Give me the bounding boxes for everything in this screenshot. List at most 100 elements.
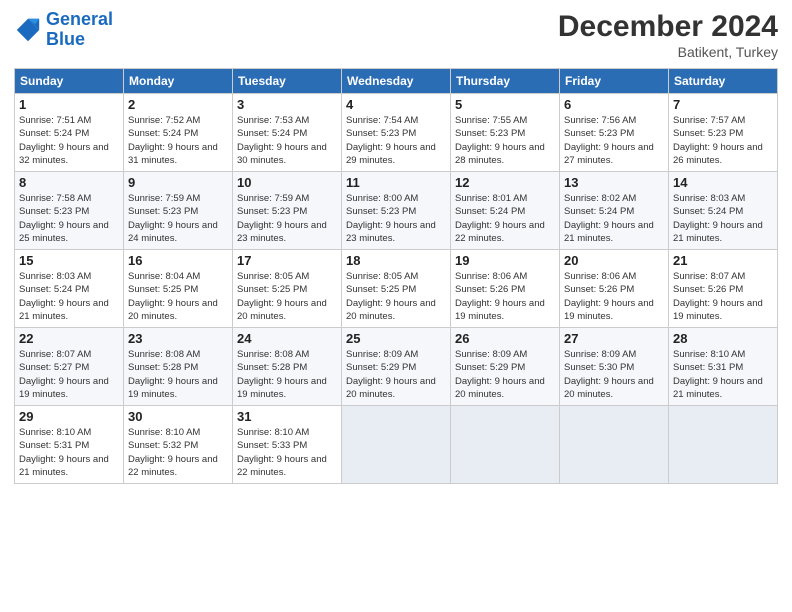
location: Batikent, Turkey <box>558 44 778 60</box>
day-number: 24 <box>237 331 337 346</box>
day-info: Sunrise: 8:03 AMSunset: 5:24 PMDaylight:… <box>19 270 119 323</box>
day-info: Sunrise: 8:07 AMSunset: 5:27 PMDaylight:… <box>19 348 119 401</box>
day-info: Sunrise: 7:51 AMSunset: 5:24 PMDaylight:… <box>19 114 119 167</box>
table-row: 1 Sunrise: 7:51 AMSunset: 5:24 PMDayligh… <box>15 94 124 172</box>
day-number: 22 <box>19 331 119 346</box>
table-row: 10 Sunrise: 7:59 AMSunset: 5:23 PMDaylig… <box>233 172 342 250</box>
table-row: 27 Sunrise: 8:09 AMSunset: 5:30 PMDaylig… <box>560 328 669 406</box>
day-number: 29 <box>19 409 119 424</box>
table-row: 6 Sunrise: 7:56 AMSunset: 5:23 PMDayligh… <box>560 94 669 172</box>
month-title: December 2024 <box>558 10 778 44</box>
day-number: 3 <box>237 97 337 112</box>
header: General Blue December 2024 Batikent, Tur… <box>14 10 778 60</box>
day-info: Sunrise: 8:09 AMSunset: 5:29 PMDaylight:… <box>455 348 555 401</box>
table-row: 21 Sunrise: 8:07 AMSunset: 5:26 PMDaylig… <box>669 250 778 328</box>
day-info: Sunrise: 8:03 AMSunset: 5:24 PMDaylight:… <box>673 192 773 245</box>
table-row: 8 Sunrise: 7:58 AMSunset: 5:23 PMDayligh… <box>15 172 124 250</box>
table-row: 13 Sunrise: 8:02 AMSunset: 5:24 PMDaylig… <box>560 172 669 250</box>
col-sunday: Sunday <box>15 69 124 94</box>
table-row: 28 Sunrise: 8:10 AMSunset: 5:31 PMDaylig… <box>669 328 778 406</box>
day-number: 8 <box>19 175 119 190</box>
table-row: 18 Sunrise: 8:05 AMSunset: 5:25 PMDaylig… <box>342 250 451 328</box>
col-friday: Friday <box>560 69 669 94</box>
table-row: 3 Sunrise: 7:53 AMSunset: 5:24 PMDayligh… <box>233 94 342 172</box>
col-tuesday: Tuesday <box>233 69 342 94</box>
day-number: 16 <box>128 253 228 268</box>
table-row: 16 Sunrise: 8:04 AMSunset: 5:25 PMDaylig… <box>124 250 233 328</box>
day-info: Sunrise: 7:59 AMSunset: 5:23 PMDaylight:… <box>128 192 228 245</box>
day-number: 12 <box>455 175 555 190</box>
day-info: Sunrise: 8:10 AMSunset: 5:33 PMDaylight:… <box>237 426 337 479</box>
table-row: 2 Sunrise: 7:52 AMSunset: 5:24 PMDayligh… <box>124 94 233 172</box>
table-row: 24 Sunrise: 8:08 AMSunset: 5:28 PMDaylig… <box>233 328 342 406</box>
logo-line1: General <box>46 9 113 29</box>
col-wednesday: Wednesday <box>342 69 451 94</box>
day-info: Sunrise: 8:02 AMSunset: 5:24 PMDaylight:… <box>564 192 664 245</box>
calendar-table: Sunday Monday Tuesday Wednesday Thursday… <box>14 68 778 484</box>
day-number: 30 <box>128 409 228 424</box>
day-number: 7 <box>673 97 773 112</box>
day-number: 28 <box>673 331 773 346</box>
day-info: Sunrise: 8:10 AMSunset: 5:31 PMDaylight:… <box>673 348 773 401</box>
day-info: Sunrise: 8:09 AMSunset: 5:30 PMDaylight:… <box>564 348 664 401</box>
table-row <box>560 406 669 484</box>
table-row: 31 Sunrise: 8:10 AMSunset: 5:33 PMDaylig… <box>233 406 342 484</box>
table-row: 14 Sunrise: 8:03 AMSunset: 5:24 PMDaylig… <box>669 172 778 250</box>
day-info: Sunrise: 8:06 AMSunset: 5:26 PMDaylight:… <box>564 270 664 323</box>
day-number: 4 <box>346 97 446 112</box>
day-number: 5 <box>455 97 555 112</box>
col-thursday: Thursday <box>451 69 560 94</box>
day-info: Sunrise: 8:04 AMSunset: 5:25 PMDaylight:… <box>128 270 228 323</box>
table-row: 15 Sunrise: 8:03 AMSunset: 5:24 PMDaylig… <box>15 250 124 328</box>
table-row: 12 Sunrise: 8:01 AMSunset: 5:24 PMDaylig… <box>451 172 560 250</box>
logo-line2: Blue <box>46 29 85 49</box>
table-row: 7 Sunrise: 7:57 AMSunset: 5:23 PMDayligh… <box>669 94 778 172</box>
day-number: 19 <box>455 253 555 268</box>
logo-icon <box>14 16 42 44</box>
table-row: 25 Sunrise: 8:09 AMSunset: 5:29 PMDaylig… <box>342 328 451 406</box>
day-number: 10 <box>237 175 337 190</box>
day-number: 13 <box>564 175 664 190</box>
col-monday: Monday <box>124 69 233 94</box>
day-number: 18 <box>346 253 446 268</box>
logo-text: General Blue <box>46 10 113 50</box>
day-number: 11 <box>346 175 446 190</box>
day-number: 25 <box>346 331 446 346</box>
table-row: 17 Sunrise: 8:05 AMSunset: 5:25 PMDaylig… <box>233 250 342 328</box>
table-row: 23 Sunrise: 8:08 AMSunset: 5:28 PMDaylig… <box>124 328 233 406</box>
day-number: 14 <box>673 175 773 190</box>
day-number: 9 <box>128 175 228 190</box>
day-info: Sunrise: 8:10 AMSunset: 5:32 PMDaylight:… <box>128 426 228 479</box>
day-info: Sunrise: 7:52 AMSunset: 5:24 PMDaylight:… <box>128 114 228 167</box>
table-row: 29 Sunrise: 8:10 AMSunset: 5:31 PMDaylig… <box>15 406 124 484</box>
day-number: 31 <box>237 409 337 424</box>
day-number: 20 <box>564 253 664 268</box>
title-block: December 2024 Batikent, Turkey <box>558 10 778 60</box>
day-info: Sunrise: 7:54 AMSunset: 5:23 PMDaylight:… <box>346 114 446 167</box>
table-row: 22 Sunrise: 8:07 AMSunset: 5:27 PMDaylig… <box>15 328 124 406</box>
day-info: Sunrise: 7:55 AMSunset: 5:23 PMDaylight:… <box>455 114 555 167</box>
day-info: Sunrise: 7:57 AMSunset: 5:23 PMDaylight:… <box>673 114 773 167</box>
day-number: 27 <box>564 331 664 346</box>
day-info: Sunrise: 8:09 AMSunset: 5:29 PMDaylight:… <box>346 348 446 401</box>
header-row: Sunday Monday Tuesday Wednesday Thursday… <box>15 69 778 94</box>
page: General Blue December 2024 Batikent, Tur… <box>0 0 792 612</box>
day-info: Sunrise: 8:10 AMSunset: 5:31 PMDaylight:… <box>19 426 119 479</box>
day-info: Sunrise: 7:56 AMSunset: 5:23 PMDaylight:… <box>564 114 664 167</box>
day-info: Sunrise: 8:08 AMSunset: 5:28 PMDaylight:… <box>128 348 228 401</box>
day-info: Sunrise: 8:07 AMSunset: 5:26 PMDaylight:… <box>673 270 773 323</box>
day-info: Sunrise: 7:53 AMSunset: 5:24 PMDaylight:… <box>237 114 337 167</box>
table-row <box>451 406 560 484</box>
logo: General Blue <box>14 10 113 50</box>
table-row <box>669 406 778 484</box>
day-number: 15 <box>19 253 119 268</box>
day-info: Sunrise: 8:01 AMSunset: 5:24 PMDaylight:… <box>455 192 555 245</box>
table-row <box>342 406 451 484</box>
day-info: Sunrise: 8:00 AMSunset: 5:23 PMDaylight:… <box>346 192 446 245</box>
day-number: 2 <box>128 97 228 112</box>
table-row: 26 Sunrise: 8:09 AMSunset: 5:29 PMDaylig… <box>451 328 560 406</box>
day-info: Sunrise: 7:58 AMSunset: 5:23 PMDaylight:… <box>19 192 119 245</box>
day-info: Sunrise: 8:05 AMSunset: 5:25 PMDaylight:… <box>237 270 337 323</box>
table-row: 30 Sunrise: 8:10 AMSunset: 5:32 PMDaylig… <box>124 406 233 484</box>
table-row: 9 Sunrise: 7:59 AMSunset: 5:23 PMDayligh… <box>124 172 233 250</box>
